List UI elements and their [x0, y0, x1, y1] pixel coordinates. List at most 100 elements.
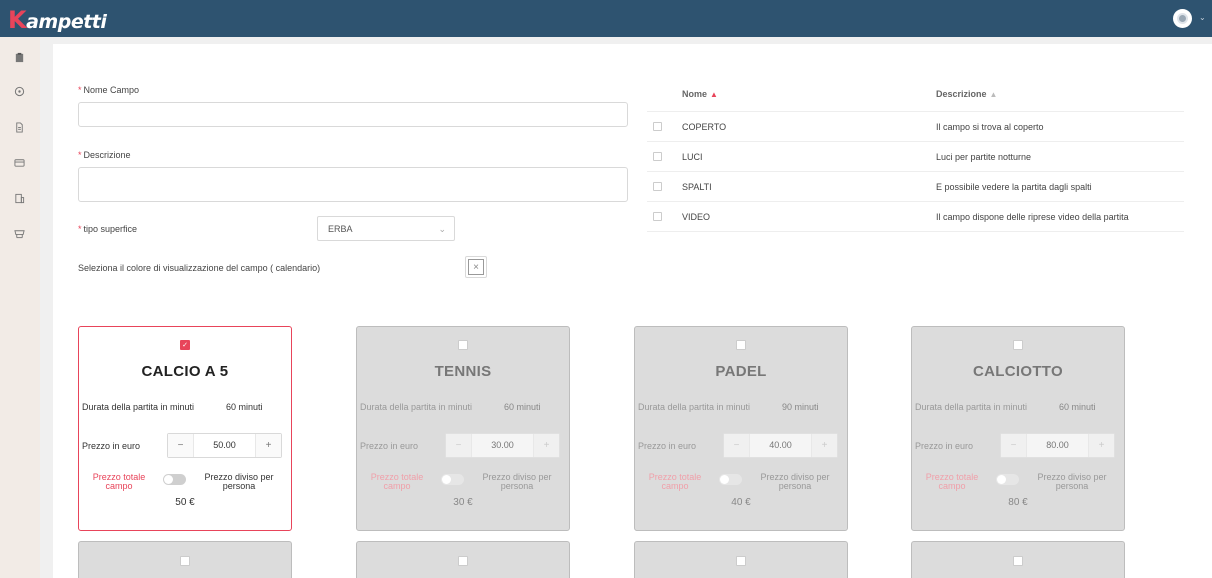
prezzo-toggle[interactable] — [441, 474, 464, 485]
sidebar — [0, 37, 40, 578]
table-row: LUCI Luci per partite notturne — [647, 142, 1184, 172]
ball-icon[interactable] — [13, 85, 26, 98]
header-nome[interactable]: Nome ▲ — [682, 89, 718, 99]
nome-campo-input[interactable] — [78, 102, 628, 127]
sport-card — [634, 541, 848, 578]
sport-title: CALCIO A 5 — [141, 363, 229, 380]
row-descrizione: Il campo dispone delle riprese video del… — [936, 212, 1129, 222]
minus-button[interactable]: − — [1001, 434, 1026, 457]
plus-button[interactable]: + — [812, 434, 837, 457]
shop-icon[interactable] — [13, 227, 26, 240]
clipboard-icon[interactable] — [13, 51, 26, 64]
row-checkbox[interactable] — [653, 122, 662, 131]
sport-checkbox[interactable]: ✓ — [180, 340, 190, 350]
superficie-select[interactable]: ERBA ⌄ — [317, 216, 455, 241]
sport-card — [911, 541, 1125, 578]
row-nome: COPERTO — [682, 122, 727, 132]
row-checkbox[interactable] — [653, 152, 662, 161]
minus-button[interactable]: − — [724, 434, 749, 457]
prezzo-toggle[interactable] — [996, 474, 1019, 485]
sort-up-icon: ▲ — [710, 90, 718, 99]
sport-card — [356, 541, 570, 578]
descrizione-textarea[interactable] — [78, 167, 628, 202]
chevron-down-icon[interactable]: ⌄ — [1199, 13, 1206, 22]
prezzo-label: Prezzo in euro — [360, 441, 419, 451]
prezzo-input[interactable]: 80.00 — [1026, 434, 1089, 457]
prezzo-amount: 40 € — [731, 497, 751, 508]
prezzo-input[interactable]: 40.00 — [749, 434, 812, 457]
row-descrizione: E possibile vedere la partita dagli spal… — [936, 182, 1092, 192]
sport-checkbox[interactable] — [458, 340, 468, 350]
sport-card — [78, 541, 292, 578]
table-row: COPERTO Il campo si trova al coperto — [647, 112, 1184, 142]
sport-checkbox[interactable] — [1013, 556, 1023, 566]
prezzo-amount: 80 € — [1008, 497, 1028, 508]
prezzo-input[interactable]: 30.00 — [471, 434, 534, 457]
superficie-label: * tipo superfice — [78, 224, 138, 234]
sport-checkbox[interactable] — [1013, 340, 1023, 350]
row-checkbox[interactable] — [653, 182, 662, 191]
top-bar: Kampetti ⌄ — [0, 0, 1212, 37]
durata-value[interactable]: 60 minuti — [504, 402, 541, 412]
color-picker-button[interactable]: × — [465, 256, 487, 278]
table-header: Nome ▲ Descrizione ▲ — [647, 78, 1184, 112]
card-icon[interactable] — [13, 156, 26, 169]
prezzo-stepper: − 50.00 + — [167, 433, 282, 458]
row-nome: VIDEO — [682, 212, 711, 222]
durata-value[interactable]: 60 minuti — [1059, 402, 1096, 412]
chevron-down-icon: ⌄ — [438, 224, 446, 234]
durata-label: Durata della partita in minuti — [638, 402, 751, 412]
sort-icon: ▲ — [989, 90, 998, 99]
row-checkbox[interactable] — [653, 212, 662, 221]
durata-label: Durata della partita in minuti — [82, 402, 195, 412]
row-descrizione: Il campo si trova al coperto — [936, 122, 1044, 132]
prezzo-diviso-label: Prezzo diviso per persona — [482, 472, 552, 491]
table-row: VIDEO Il campo dispone delle riprese vid… — [647, 202, 1184, 232]
prezzo-stepper: − 40.00 + — [723, 433, 838, 458]
nome-campo-label: * Nome Campo — [78, 85, 140, 95]
prezzo-toggle[interactable] — [719, 474, 742, 485]
sport-card-tennis: TENNIS Durata della partita in minuti 60… — [356, 326, 570, 531]
descrizione-label: * Descrizione — [78, 150, 131, 160]
prezzo-label: Prezzo in euro — [915, 441, 974, 451]
features-table: Nome ▲ Descrizione ▲ COPERTO Il campo si t… — [647, 78, 1184, 232]
sport-card-calciotto: CALCIOTTO Durata della partita in minuti… — [911, 326, 1125, 531]
prezzo-diviso-label: Prezzo diviso per persona — [760, 472, 830, 491]
building-icon[interactable] — [13, 192, 26, 205]
sport-title: CALCIOTTO — [973, 363, 1063, 380]
durata-value[interactable]: 60 minuti — [226, 402, 263, 412]
close-icon: × — [468, 259, 484, 275]
durata-label: Durata della partita in minuti — [915, 402, 1028, 412]
table-row: SPALTI E possibile vedere la partita dag… — [647, 172, 1184, 202]
sport-checkbox[interactable] — [736, 340, 746, 350]
document-icon[interactable] — [13, 121, 26, 134]
row-nome: LUCI — [682, 152, 703, 162]
sport-checkbox[interactable] — [458, 556, 468, 566]
prezzo-totale-label: Prezzo totale campo — [648, 472, 702, 491]
colore-label: Seleziona il colore di visualizzazione d… — [78, 263, 321, 273]
prezzo-stepper: − 30.00 + — [445, 433, 560, 458]
plus-button[interactable]: + — [534, 434, 559, 457]
plus-button[interactable]: + — [256, 434, 281, 457]
prezzo-input[interactable]: 50.00 — [193, 434, 256, 457]
user-avatar[interactable] — [1173, 9, 1192, 28]
header-descrizione[interactable]: Descrizione ▲ — [936, 89, 997, 99]
prezzo-amount: 50 € — [175, 497, 195, 508]
prezzo-label: Prezzo in euro — [638, 441, 697, 451]
prezzo-stepper: − 80.00 + — [1000, 433, 1115, 458]
prezzo-toggle[interactable] — [163, 474, 186, 485]
brand-logo[interactable]: Kampetti — [8, 6, 107, 34]
minus-button[interactable]: − — [446, 434, 471, 457]
minus-button[interactable]: − — [168, 434, 193, 457]
sport-checkbox[interactable] — [736, 556, 746, 566]
plus-button[interactable]: + — [1089, 434, 1114, 457]
sport-title: TENNIS — [434, 363, 492, 380]
prezzo-totale-label: Prezzo totale campo — [370, 472, 424, 491]
prezzo-totale-label: Prezzo totale campo — [925, 472, 979, 491]
sport-title: PADEL — [715, 363, 767, 380]
sport-checkbox[interactable] — [180, 556, 190, 566]
durata-value[interactable]: 90 minuti — [782, 402, 819, 412]
prezzo-diviso-label: Prezzo diviso per persona — [204, 472, 274, 491]
prezzo-totale-label: Prezzo totale campo — [92, 472, 146, 491]
row-nome: SPALTI — [682, 182, 712, 192]
